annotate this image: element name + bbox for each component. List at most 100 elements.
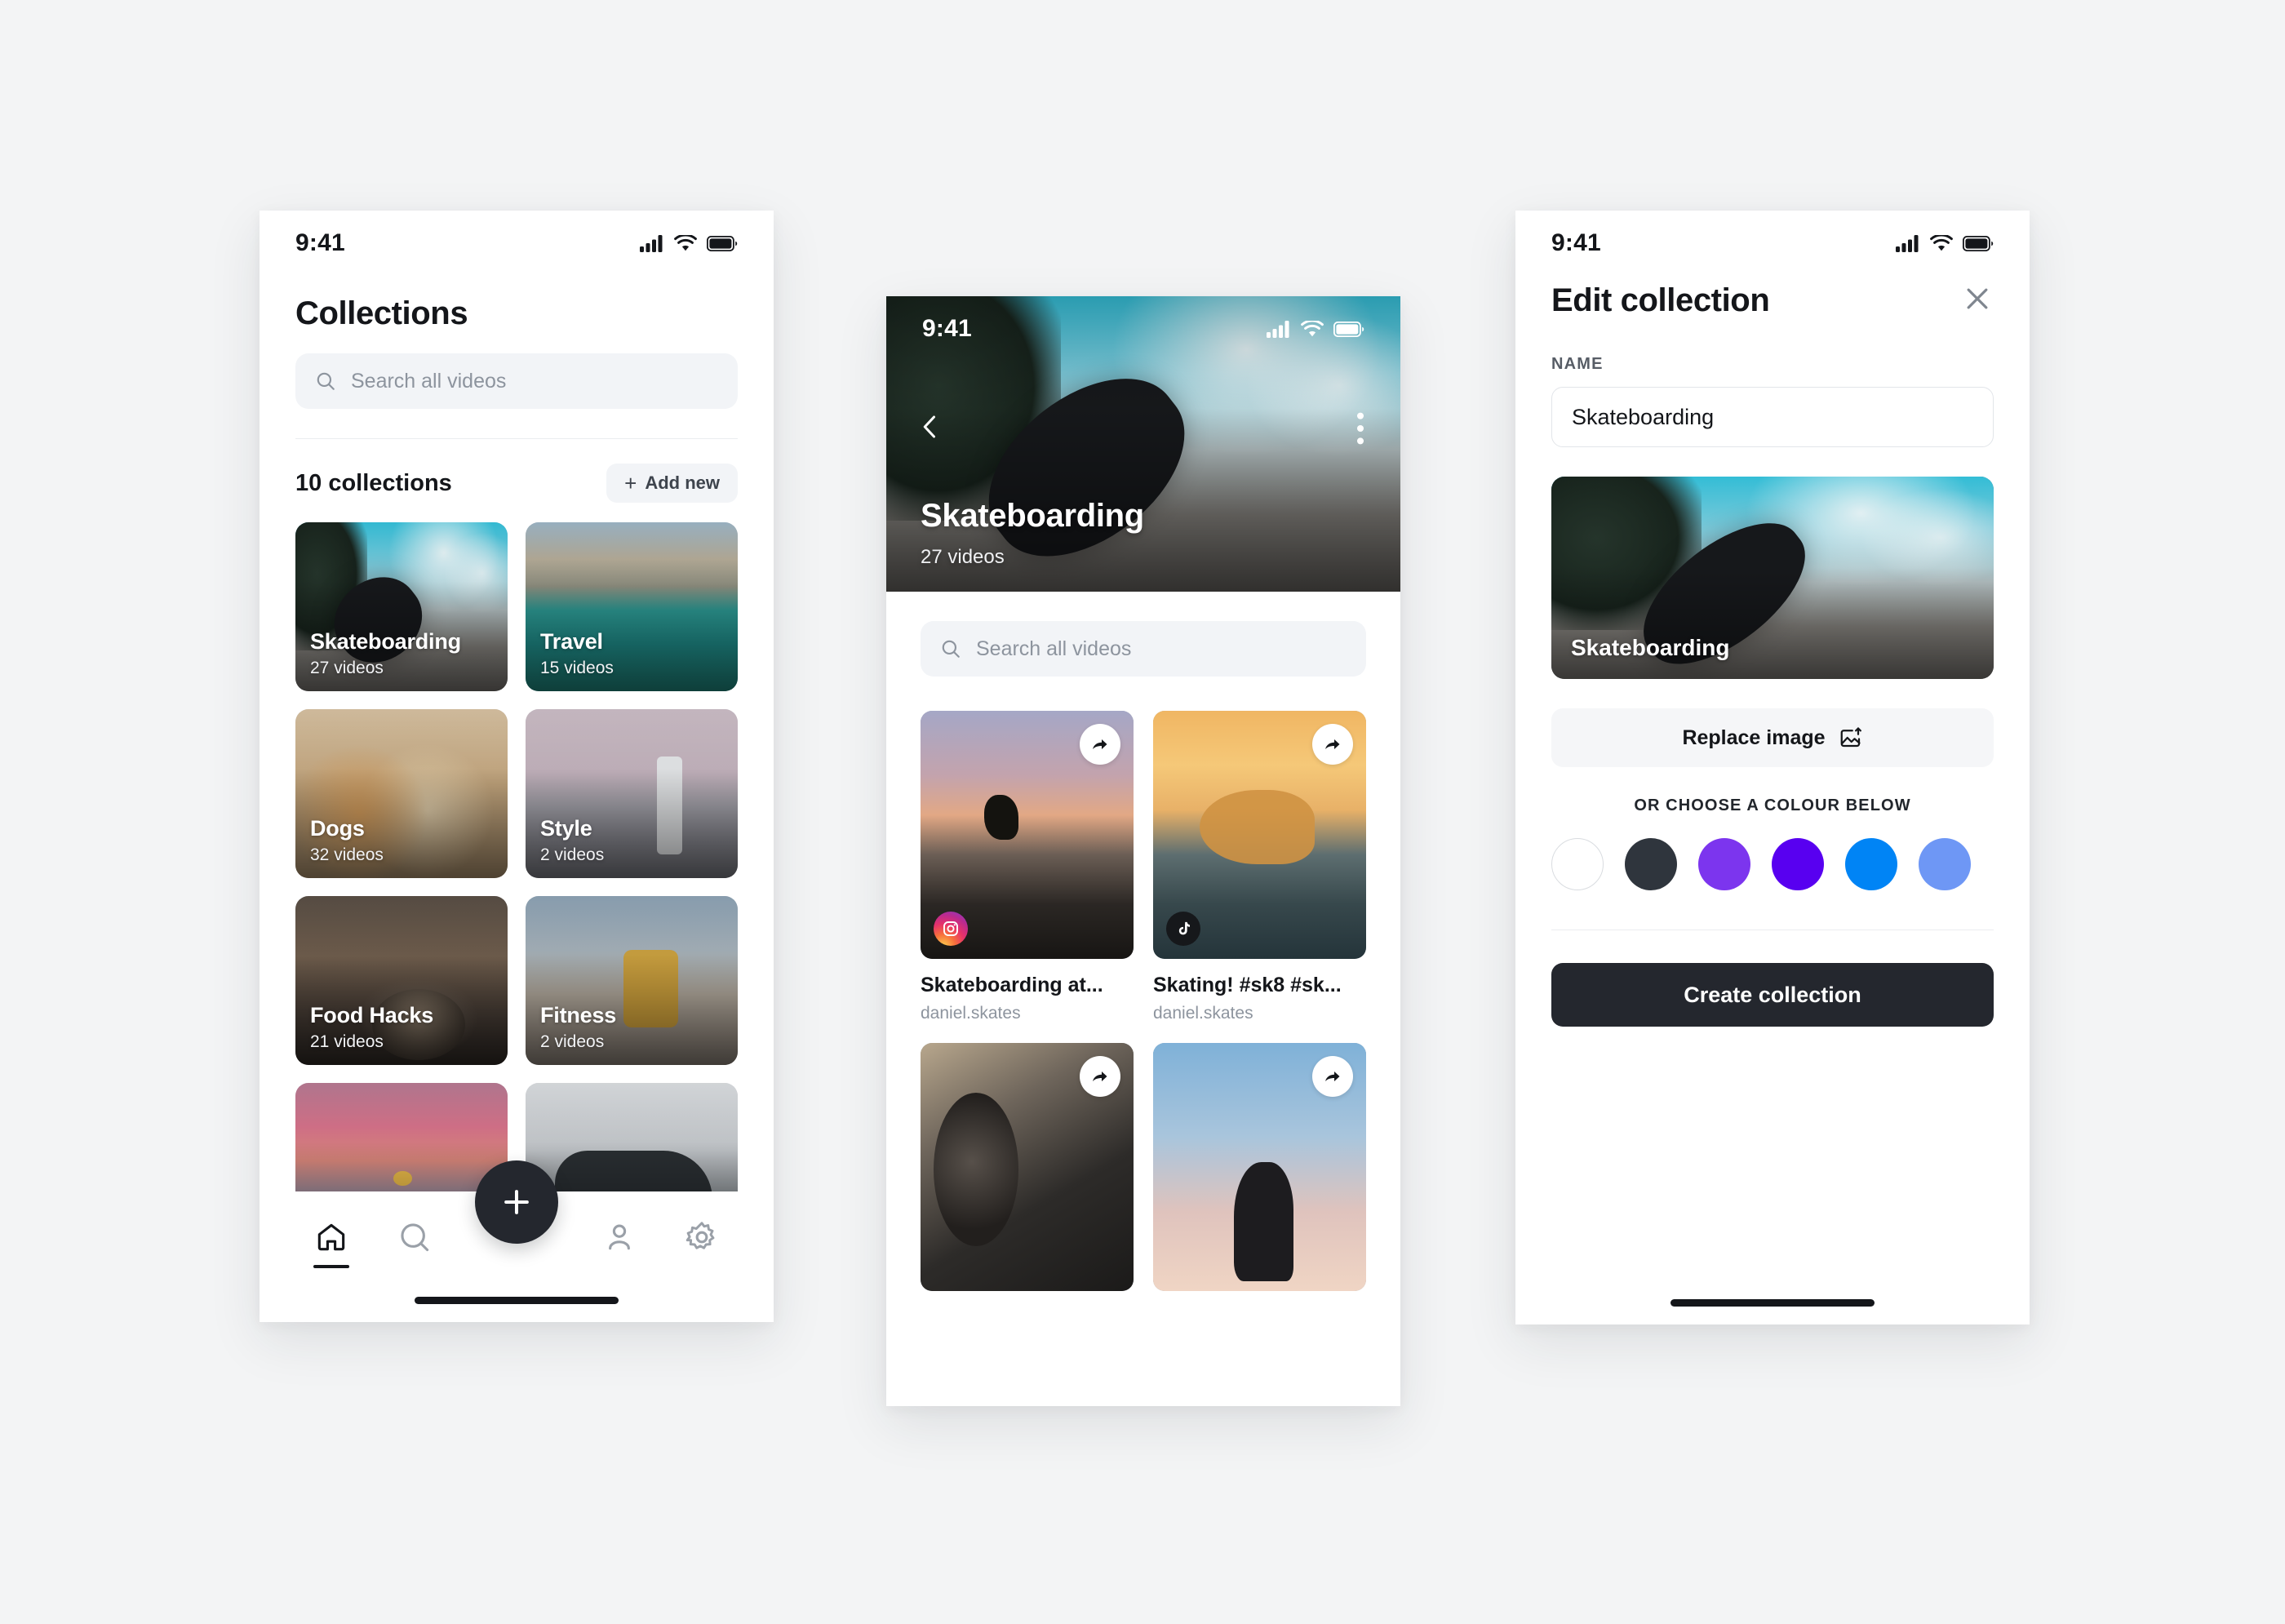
status-bar: 9:41 [260,211,774,264]
video-thumbnail[interactable] [921,1043,1134,1291]
collection-card[interactable]: Style 2 videos [526,709,738,878]
video-thumbnail[interactable] [921,711,1134,959]
colour-swatch-white[interactable] [1551,838,1604,890]
wifi-icon [674,235,697,251]
video-card[interactable]: Skateboarding at... daniel.skates [921,711,1134,1023]
card-title: Skateboarding [310,628,461,654]
more-options-button[interactable] [1356,412,1364,449]
search-icon [400,1223,428,1252]
card-video-count: 21 videos [310,1032,384,1051]
choose-colour-label: OR CHOOSE A COLOUR BELOW [1634,796,1911,814]
card-meta: Skateboarding 27 videos [310,629,495,678]
search-input[interactable]: Search all videos [921,621,1366,677]
close-button[interactable] [1961,282,1994,319]
edit-header: Edit collection [1515,264,2030,319]
collection-image-preview[interactable]: Skateboarding [1551,477,1994,679]
chevron-left-icon [923,415,935,438]
gear-icon [686,1222,715,1249]
search-placeholder: Search all videos [976,637,1132,660]
card-video-count: 32 videos [310,845,384,864]
card-title: Style [540,815,592,841]
colour-swatch-list[interactable] [1551,838,1994,895]
share-button[interactable] [1080,724,1120,765]
colour-swatch-light-blue[interactable] [1919,838,1971,890]
battery-icon [1963,235,1994,251]
replace-image-button[interactable]: Replace image [1551,708,1994,767]
video-card[interactable] [921,1043,1134,1291]
video-card[interactable]: Skating! #sk8 #sk... daniel.skates [1153,711,1366,1023]
person-icon [608,1224,630,1250]
battery-icon [707,235,738,251]
video-thumbnail[interactable] [1153,1043,1366,1291]
tab-home[interactable] [302,1219,361,1268]
collections-header: Collections Search all videos [260,264,774,439]
colour-swatch-blue[interactable] [1845,838,1897,890]
colour-swatch-charcoal[interactable] [1625,838,1677,890]
colour-swatch-purple[interactable] [1698,838,1750,890]
cellular-signal-icon [1896,234,1919,252]
source-badge-tiktok [1166,912,1200,946]
status-bar-icons [1896,234,1994,252]
search-icon [942,640,960,658]
collection-card[interactable]: Skateboarding 27 videos [295,522,508,691]
video-title: Skating! #sk8 #sk... [1153,974,1342,996]
collections-list-bar: 10 collections + Add new [260,439,774,522]
share-button[interactable] [1312,1056,1353,1097]
back-button[interactable] [916,412,945,446]
status-bar: 9:41 [886,296,1400,350]
video-card[interactable] [1153,1043,1366,1291]
collections-count: 10 collections [295,469,452,496]
tab-active-indicator [313,1265,349,1268]
collection-card[interactable]: Fitness 2 videos [526,896,738,1065]
tab-search[interactable] [385,1219,444,1255]
collection-card[interactable]: Travel 15 videos [526,522,738,691]
card-title: Fitness [540,1002,617,1027]
card-video-count: 2 videos [540,845,605,864]
share-icon [1325,739,1340,749]
status-bar: 9:41 [1515,211,2030,264]
status-bar-time: 9:41 [1551,229,1601,256]
create-fab-button[interactable] [475,1160,558,1244]
search-input[interactable]: Search all videos [295,353,738,409]
collection-card[interactable]: Dogs 32 videos [295,709,508,878]
collection-title: Skateboarding [921,498,1144,534]
share-button[interactable] [1080,1056,1120,1097]
collection-hero: 9:41 Skateboarding 27 videos [886,296,1400,592]
screens-stage: 9:41 Collections Search all videos 10 co… [0,0,2285,1624]
phone-collections-screen: 9:41 Collections Search all videos 10 co… [260,211,774,1322]
phone-collection-detail-screen: 9:41 Skateboarding 27 videos Search all … [886,296,1400,1406]
home-icon [317,1223,345,1251]
close-icon [1967,288,1988,309]
share-icon [1093,1072,1107,1081]
plus-icon: + [624,471,637,495]
collections-grid: Skateboarding 27 videos Travel 15 videos… [260,522,774,1252]
card-meta: Fitness 2 videos [540,1003,725,1052]
tiktok-icon [1178,921,1190,935]
edit-body: NAME Skateboarding Skateboarding Replace… [1515,355,2030,930]
video-author: daniel.skates [1153,1004,1253,1023]
videos-grid: Skateboarding at... daniel.skates Skatin… [886,677,1400,1291]
create-collection-label: Create collection [1684,982,1861,1007]
card-title: Food Hacks [310,1002,434,1027]
colour-swatch-violet[interactable] [1772,838,1824,890]
name-field-label: NAME [1551,355,1604,373]
more-vertical-icon [1357,412,1364,445]
share-icon [1325,1072,1340,1081]
collection-name-value: Skateboarding [1572,404,1715,429]
create-collection-button[interactable]: Create collection [1551,963,1994,1027]
card-video-count: 27 videos [310,659,384,677]
tab-settings[interactable] [672,1219,731,1255]
collection-card[interactable]: Food Hacks 21 videos [295,896,508,1065]
add-new-button[interactable]: + Add new [606,464,738,503]
status-bar-time: 9:41 [295,229,345,256]
phone-edit-collection-screen: 9:41 Edit collection NAME Skateboarding … [1515,211,2030,1324]
share-icon [1093,739,1107,749]
instagram-icon [943,921,958,936]
share-button[interactable] [1312,724,1353,765]
wifi-icon [1301,321,1324,337]
collection-name-input[interactable]: Skateboarding [1551,387,1994,447]
search-icon [317,372,335,390]
video-thumbnail[interactable] [1153,711,1366,959]
add-new-label: Add new [645,473,720,493]
tab-profile[interactable] [590,1219,649,1255]
